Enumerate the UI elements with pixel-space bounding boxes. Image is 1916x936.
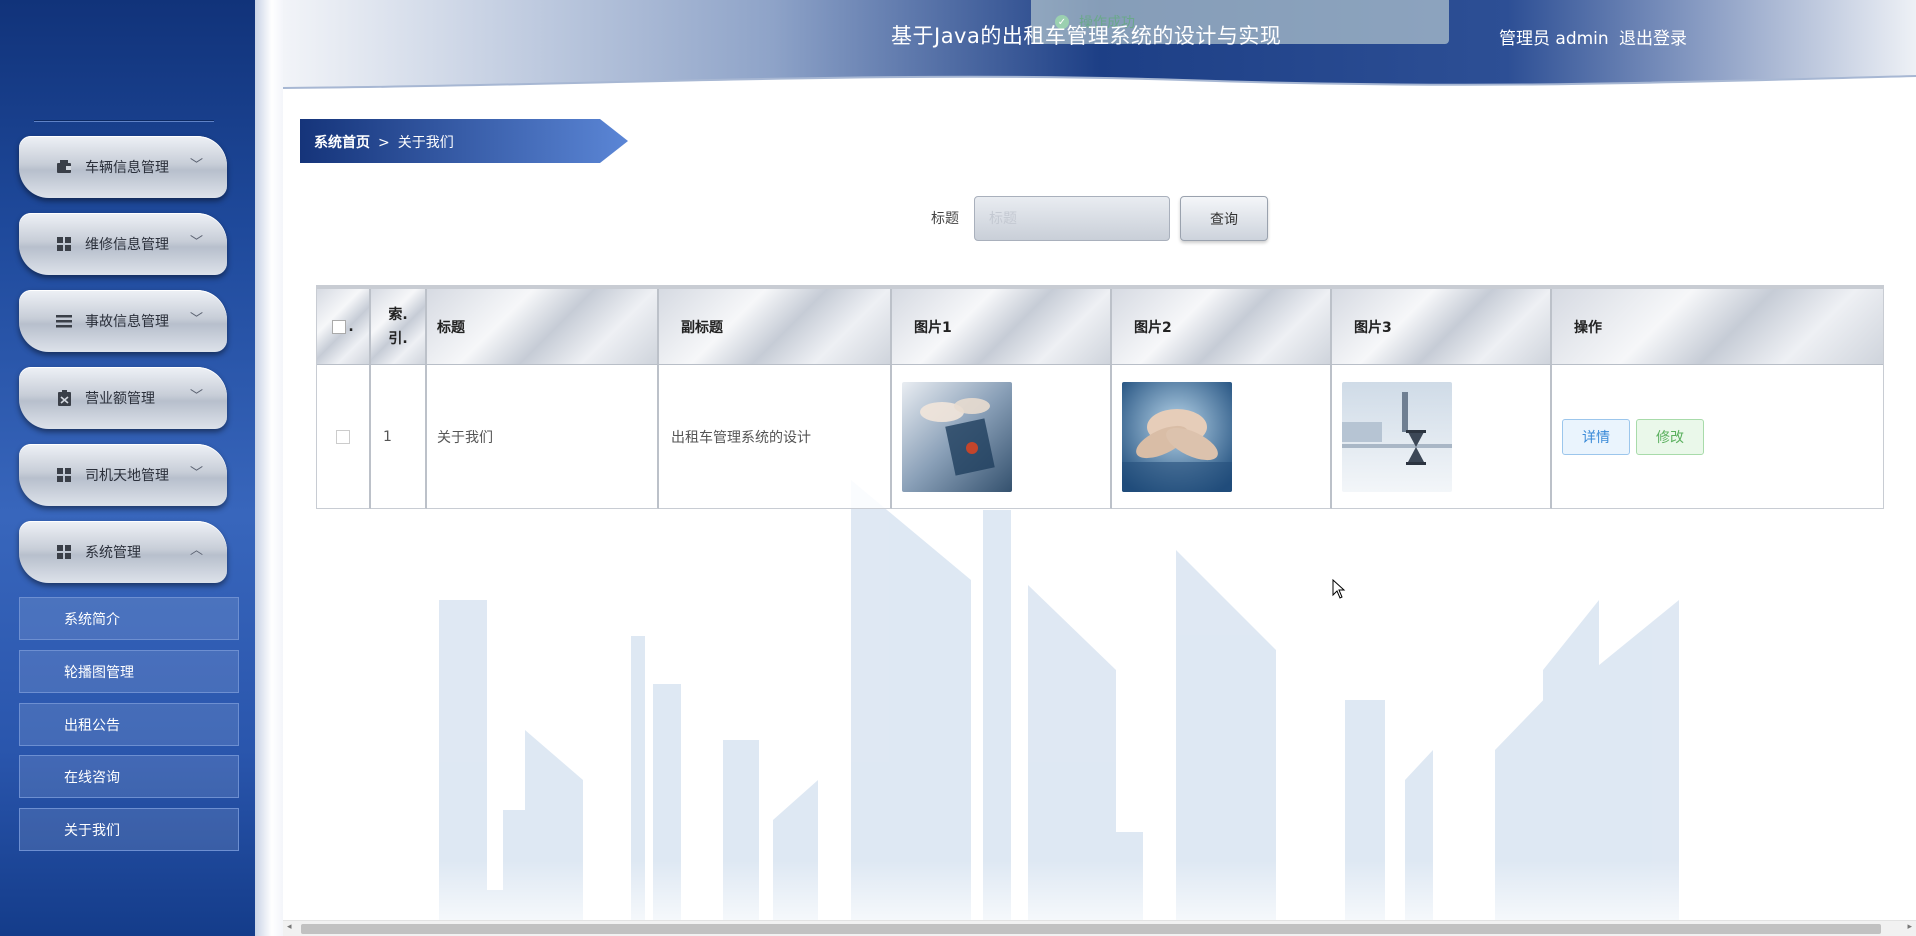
search-label: 标题: [931, 211, 959, 227]
row-image3-cell: [1332, 365, 1552, 509]
grid-icon: [55, 544, 73, 560]
sidebar: 车辆信息管理 ﹀ 维修信息管理 ﹀ 事故信息管理 ﹀ 营业额管理 ﹀ 司机天地管…: [0, 0, 265, 936]
site-title: 基于Java的出租车管理系统的设计与实现: [891, 24, 1282, 48]
menu-driver-world[interactable]: 司机天地管理 ﹀: [19, 444, 227, 506]
header-index-bottom: 引.: [388, 330, 408, 347]
chevron-up-icon: ︿: [189, 543, 203, 558]
row-select-cell[interactable]: [317, 365, 371, 509]
breadcrumb-home[interactable]: 系统首页: [314, 135, 370, 151]
menu-vehicle-info[interactable]: 车辆信息管理 ﹀: [19, 136, 227, 198]
table-header-row: . 索. 引. 标题 副标题 图片1 图片2 图片3 操作: [317, 289, 1883, 365]
menu-label: 营业额管理: [85, 391, 155, 407]
image2-thumbnail[interactable]: [1122, 381, 1232, 492]
menu-repair-info[interactable]: 维修信息管理 ﹀: [19, 213, 227, 275]
row-subtitle: 出租车管理系统的设计: [659, 365, 892, 509]
chevron-down-icon: ﹀: [189, 389, 203, 404]
menu-accident-info[interactable]: 事故信息管理 ﹀: [19, 290, 227, 352]
table-row: 1 关于我们 出租车管理系统的设计 详情 修改: [317, 365, 1883, 509]
submenu-consultation[interactable]: 在线咨询: [19, 755, 239, 798]
title-search-input[interactable]: [974, 196, 1170, 241]
top-header: ✓ 操作成功 基于Java的出租车管理系统的设计与实现 管理员 admin 退出…: [283, 0, 1916, 90]
chevron-down-icon: ﹀: [189, 312, 203, 327]
header-actions: 操作: [1552, 289, 1883, 365]
menu-label: 系统管理: [85, 545, 141, 561]
submenu-about-us[interactable]: 关于我们: [19, 808, 239, 851]
row-checkbox[interactable]: [336, 429, 350, 444]
menu-revenue[interactable]: 营业额管理 ﹀: [19, 367, 227, 429]
chevron-down-icon: ﹀: [189, 235, 203, 250]
mouse-cursor-icon: [1332, 579, 1346, 599]
image1-thumbnail[interactable]: [902, 381, 1012, 492]
horizontal-scrollbar[interactable]: ◂ ▸: [283, 920, 1916, 936]
header-image1: 图片1: [892, 289, 1112, 365]
sidebar-edge: [255, 0, 283, 936]
menu-system[interactable]: 系统管理 ︿: [19, 521, 227, 583]
submenu-announcement[interactable]: 出租公告: [19, 703, 239, 746]
chevron-down-icon: ﹀: [189, 158, 203, 173]
scroll-left-icon[interactable]: ◂: [287, 922, 292, 932]
user-label: 管理员 admin: [1499, 29, 1609, 49]
menu-label: 司机天地管理: [85, 468, 169, 484]
row-image1-cell: [892, 365, 1112, 509]
submenu-system-intro[interactable]: 系统简介: [19, 597, 239, 640]
edit-button[interactable]: 修改: [1636, 418, 1704, 455]
row-actions: 详情 修改: [1552, 365, 1883, 509]
data-table: . 索. 引. 标题 副标题 图片1 图片2 图片3 操作 1 关于我们 出租车…: [316, 285, 1884, 509]
breadcrumb-current: 关于我们: [397, 135, 454, 151]
search-button[interactable]: 查询: [1180, 196, 1268, 241]
header-image2: 图片2: [1112, 289, 1332, 365]
row-index: 1: [371, 365, 427, 509]
scroll-right-icon[interactable]: ▸: [1907, 922, 1912, 932]
header-select-all[interactable]: .: [317, 289, 371, 365]
image3-thumbnail[interactable]: [1342, 381, 1452, 492]
header-title: 标题: [427, 289, 659, 365]
list-icon: [55, 313, 73, 329]
header-index-top: 索.: [388, 306, 408, 323]
select-all-checkbox[interactable]: [332, 319, 347, 334]
submenu-carousel[interactable]: 轮播图管理: [19, 650, 239, 693]
menu-label: 事故信息管理: [85, 314, 169, 330]
row-image2-cell: [1112, 365, 1332, 509]
scrollbar-thumb[interactable]: [301, 924, 1881, 934]
detail-button[interactable]: 详情: [1562, 418, 1630, 455]
grid-icon: [55, 236, 73, 252]
clipboard-icon: [55, 390, 73, 406]
grid-icon: [55, 467, 73, 483]
city-background: [283, 480, 1916, 920]
breadcrumb: 系统首页 > 关于我们: [300, 119, 630, 163]
sidebar-divider: [34, 120, 214, 122]
header-subtitle: 副标题: [659, 289, 892, 365]
menu-label: 车辆信息管理: [85, 160, 169, 176]
menu-label: 维修信息管理: [85, 237, 169, 253]
breadcrumb-separator: >: [378, 135, 390, 151]
logout-link[interactable]: 退出登录: [1619, 24, 1687, 49]
wallet-icon: [55, 159, 73, 175]
header-image3: 图片3: [1332, 289, 1552, 365]
app-root: 车辆信息管理 ﹀ 维修信息管理 ﹀ 事故信息管理 ﹀ 营业额管理 ﹀ 司机天地管…: [0, 0, 1916, 936]
row-title: 关于我们: [427, 365, 659, 509]
header-index: 索. 引.: [371, 289, 427, 365]
chevron-down-icon: ﹀: [189, 466, 203, 481]
